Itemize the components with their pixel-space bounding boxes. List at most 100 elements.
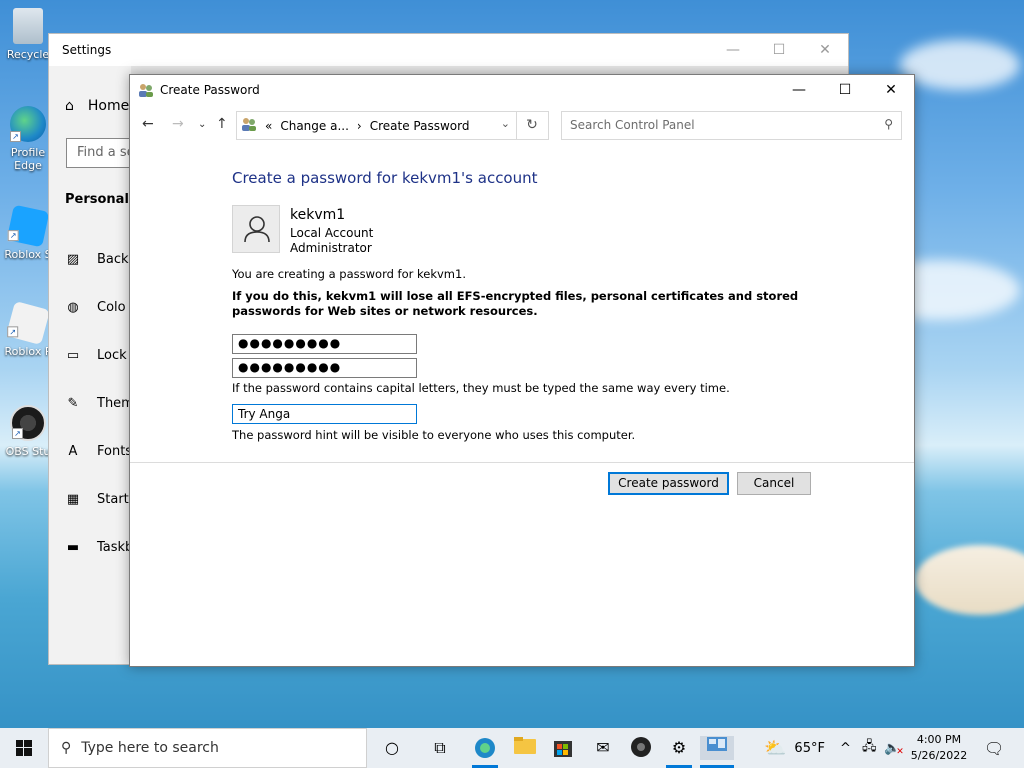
muted-badge-icon: ✕ [896, 747, 904, 757]
confirm-password-field[interactable]: ●●●●●●●●● [232, 358, 417, 378]
weather-temp: 65°F [794, 740, 825, 756]
create-password-window[interactable]: Create Password — ☐ ✕ ← → ⌄ ↑ « Change a… [129, 74, 915, 667]
recent-locations-chevron-icon[interactable]: ⌄ [198, 119, 206, 130]
refresh-icon[interactable]: ↻ [516, 111, 549, 140]
clock-time: 4:00 PM [916, 733, 962, 746]
search-icon: ⚲ [61, 740, 72, 756]
dialog-title: Create Password [160, 83, 260, 97]
settings-item-label: Colo [97, 300, 126, 315]
settings-item-themes[interactable]: ✎ Them [65, 396, 131, 411]
roblox-studio-icon: ↗ [6, 204, 50, 248]
close-icon[interactable]: ✕ [802, 42, 848, 58]
task-view-icon[interactable]: ⧉ [427, 736, 453, 760]
settings-item-label: Start [97, 492, 129, 507]
up-arrow-icon[interactable]: ↑ [216, 116, 228, 132]
edge-taskbar-icon[interactable] [472, 736, 498, 760]
breadcrumb-separator-icon[interactable]: › [357, 119, 362, 133]
user-type: Local Account Administrator [290, 226, 373, 256]
settings-item-colors[interactable]: ◍ Colo [65, 300, 126, 315]
notifications-icon[interactable]: 🗨 [984, 728, 1004, 768]
users-icon [138, 82, 154, 98]
breadcrumb-item[interactable]: Change a... [280, 119, 349, 133]
settings-item-label: Them [97, 396, 131, 411]
palette-icon: ◍ [67, 300, 79, 315]
address-bar[interactable]: « Change a... › Create Password ⌄ [236, 111, 517, 140]
obs-taskbar-icon[interactable] [628, 736, 654, 760]
taskbar-icon: ▬ [66, 540, 80, 555]
start-icon: ▦ [66, 492, 80, 507]
file-explorer-icon[interactable] [512, 736, 538, 760]
settings-item-label: Taskb [97, 540, 131, 555]
lock-screen-icon: ▭ [66, 348, 80, 363]
settings-titlebar[interactable]: Settings — ☐ ✕ [49, 34, 848, 66]
new-password-field[interactable]: ●●●●●●●●● [232, 334, 417, 354]
forward-arrow-icon[interactable]: → [172, 116, 184, 132]
cortana-icon[interactable]: ○ [379, 736, 405, 760]
network-icon[interactable]: 🖧 [862, 728, 877, 768]
taskbar-search-box[interactable]: ⚲ Type here to search [48, 728, 367, 768]
shortcut-arrow-icon: ↗ [7, 326, 19, 338]
search-icon: ⚲ [884, 117, 893, 131]
weather-partly-sunny-icon: ⛅ [764, 737, 787, 759]
dialog-titlebar[interactable]: Create Password — ☐ ✕ [130, 75, 914, 105]
maximize-icon[interactable]: ☐ [756, 42, 802, 58]
shortcut-arrow-icon: ↗ [12, 428, 23, 439]
back-arrow-icon[interactable]: ← [142, 116, 154, 132]
themes-icon: ✎ [67, 396, 79, 411]
maximize-icon[interactable]: ☐ [822, 82, 868, 98]
settings-item-label: Backg [97, 252, 131, 267]
close-icon[interactable]: ✕ [868, 82, 914, 98]
shortcut-arrow-icon: ↗ [10, 131, 21, 142]
volume-muted-icon[interactable]: 🔈 ✕ [884, 728, 904, 768]
settings-item-background[interactable]: ▨ Backg [65, 252, 131, 267]
create-password-button[interactable]: Create password [608, 472, 729, 495]
control-panel-icon [241, 116, 257, 135]
address-dropdown-icon[interactable]: ⌄ [501, 117, 510, 130]
settings-item-label: Fonts [97, 444, 131, 459]
settings-find-input[interactable]: Find a se [66, 138, 131, 168]
settings-home[interactable]: ⌂ Home [65, 98, 129, 114]
minimize-icon[interactable]: — [710, 42, 756, 58]
settings-item-fonts[interactable]: A Fonts [65, 444, 131, 459]
start-button[interactable] [0, 728, 48, 768]
breadcrumb-overflow-icon[interactable]: « [265, 119, 272, 133]
avatar [232, 205, 280, 253]
dialog-content: Create a password for kekvm1's account k… [232, 169, 832, 442]
image-icon: ▨ [66, 252, 80, 267]
settings-item-lock-screen[interactable]: ▭ Lock s [65, 348, 131, 363]
settings-item-start[interactable]: ▦ Start [65, 492, 129, 507]
recycle-bin-icon [13, 8, 43, 44]
cloud [900, 40, 1020, 90]
info-text: You are creating a password for kekvm1. [232, 267, 466, 281]
obs-icon: ↗ [10, 405, 46, 441]
user-name: kekvm1 [290, 207, 346, 223]
fonts-icon: A [68, 444, 78, 459]
page-heading: Create a password for kekvm1's account [232, 169, 538, 187]
clock[interactable]: 4:00 PM 5/26/2022 [906, 732, 972, 764]
control-panel-taskbar-icon[interactable] [700, 736, 734, 760]
settings-item-taskbar[interactable]: ▬ Taskb [65, 540, 131, 555]
warning-text: If you do this, kekvm1 will lose all EFS… [232, 289, 799, 318]
user-icon [244, 216, 270, 243]
windows-icon [16, 740, 32, 756]
show-hidden-icons-chevron[interactable]: ^ [840, 728, 851, 768]
settings-gear-icon[interactable]: ⚙ [666, 736, 692, 760]
caps-note: If the password contains capital letters… [232, 381, 730, 395]
search-control-panel-input[interactable]: Search Control Panel ⚲ [561, 111, 902, 140]
minimize-icon[interactable]: — [776, 82, 822, 98]
address-row: ← → ⌄ ↑ « Change a... › Create Password … [130, 110, 914, 140]
settings-nav: ⌂ Home Find a se Personaliza ▨ Backg ◍ Col… [49, 66, 131, 664]
settings-item-label: Lock s [97, 348, 131, 363]
store-icon[interactable] [550, 736, 576, 760]
weather-widget[interactable]: ⛅ 65°F [764, 728, 825, 768]
home-icon: ⌂ [65, 98, 74, 114]
roblox-player-icon: ↗ [5, 300, 51, 346]
divider [130, 462, 914, 463]
password-hint-field[interactable]: Try Anga [232, 404, 417, 424]
settings-section-heading: Personaliza [65, 192, 131, 207]
breadcrumb-item[interactable]: Create Password [370, 119, 470, 133]
edge-icon: ↗ [10, 106, 46, 142]
mail-icon[interactable]: ✉ [590, 736, 616, 760]
account-type: Local Account [290, 226, 374, 240]
cancel-button[interactable]: Cancel [737, 472, 811, 495]
